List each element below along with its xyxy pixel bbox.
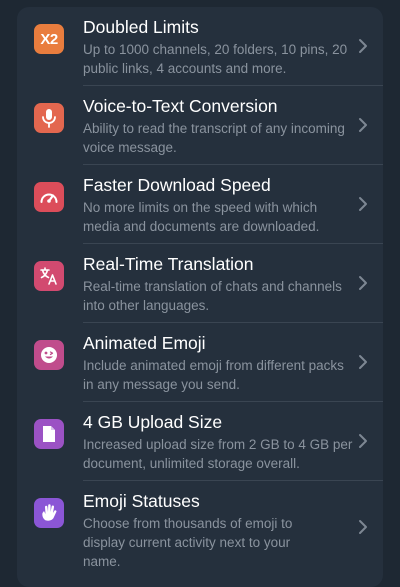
speedometer-icon xyxy=(34,182,64,212)
doubled-limits-icon: X2 xyxy=(34,24,64,54)
feature-description: Real-time translation of chats and chann… xyxy=(83,279,342,313)
waving-hand-icon xyxy=(34,498,64,528)
feature-description: Up to 1000 channels, 20 folders, 10 pins… xyxy=(83,42,348,76)
feature-row-upload-size[interactable]: 4 GB Upload Size Increased upload size f… xyxy=(17,402,383,481)
feature-title: Doubled Limits xyxy=(83,17,199,37)
emoji-face-icon xyxy=(34,340,64,370)
feature-row-voice-to-text[interactable]: Voice-to-Text Conversion Ability to read… xyxy=(17,86,383,165)
feature-title: 4 GB Upload Size xyxy=(83,412,223,432)
feature-description: Choose from thousands of emoji to displa… xyxy=(83,516,293,569)
feature-title: Faster Download Speed xyxy=(83,175,271,195)
premium-features-list: X2 Doubled Limits Up to 1000 channels, 2… xyxy=(17,7,383,587)
chevron-right-icon xyxy=(359,39,367,53)
chevron-right-icon xyxy=(359,355,367,369)
x2-label: X2 xyxy=(40,30,58,48)
feature-description: Ability to read the transcript of any in… xyxy=(83,121,345,155)
feature-row-doubled-limits[interactable]: X2 Doubled Limits Up to 1000 channels, 2… xyxy=(17,7,383,86)
feature-title: Animated Emoji xyxy=(83,333,206,353)
chevron-right-icon xyxy=(359,276,367,290)
feature-row-translation[interactable]: Real-Time Translation Real-time translat… xyxy=(17,244,383,323)
feature-description: Increased upload size from 2 GB to 4 GB … xyxy=(83,437,353,471)
feature-title: Voice-to-Text Conversion xyxy=(83,96,278,116)
feature-description: Include animated emoji from different pa… xyxy=(83,358,344,392)
document-icon xyxy=(34,419,64,449)
feature-title: Real-Time Translation xyxy=(83,254,254,274)
chevron-right-icon xyxy=(359,434,367,448)
feature-row-faster-download[interactable]: Faster Download Speed No more limits on … xyxy=(17,165,383,244)
chevron-right-icon xyxy=(359,197,367,211)
translate-icon xyxy=(34,261,64,291)
feature-row-animated-emoji[interactable]: Animated Emoji Include animated emoji fr… xyxy=(17,323,383,402)
microphone-icon xyxy=(34,103,64,133)
feature-title: Emoji Statuses xyxy=(83,491,200,511)
feature-description: No more limits on the speed with which m… xyxy=(83,200,320,234)
feature-row-emoji-statuses[interactable]: Emoji Statuses Choose from thousands of … xyxy=(17,481,383,571)
chevron-right-icon xyxy=(359,118,367,132)
chevron-right-icon xyxy=(359,520,367,534)
